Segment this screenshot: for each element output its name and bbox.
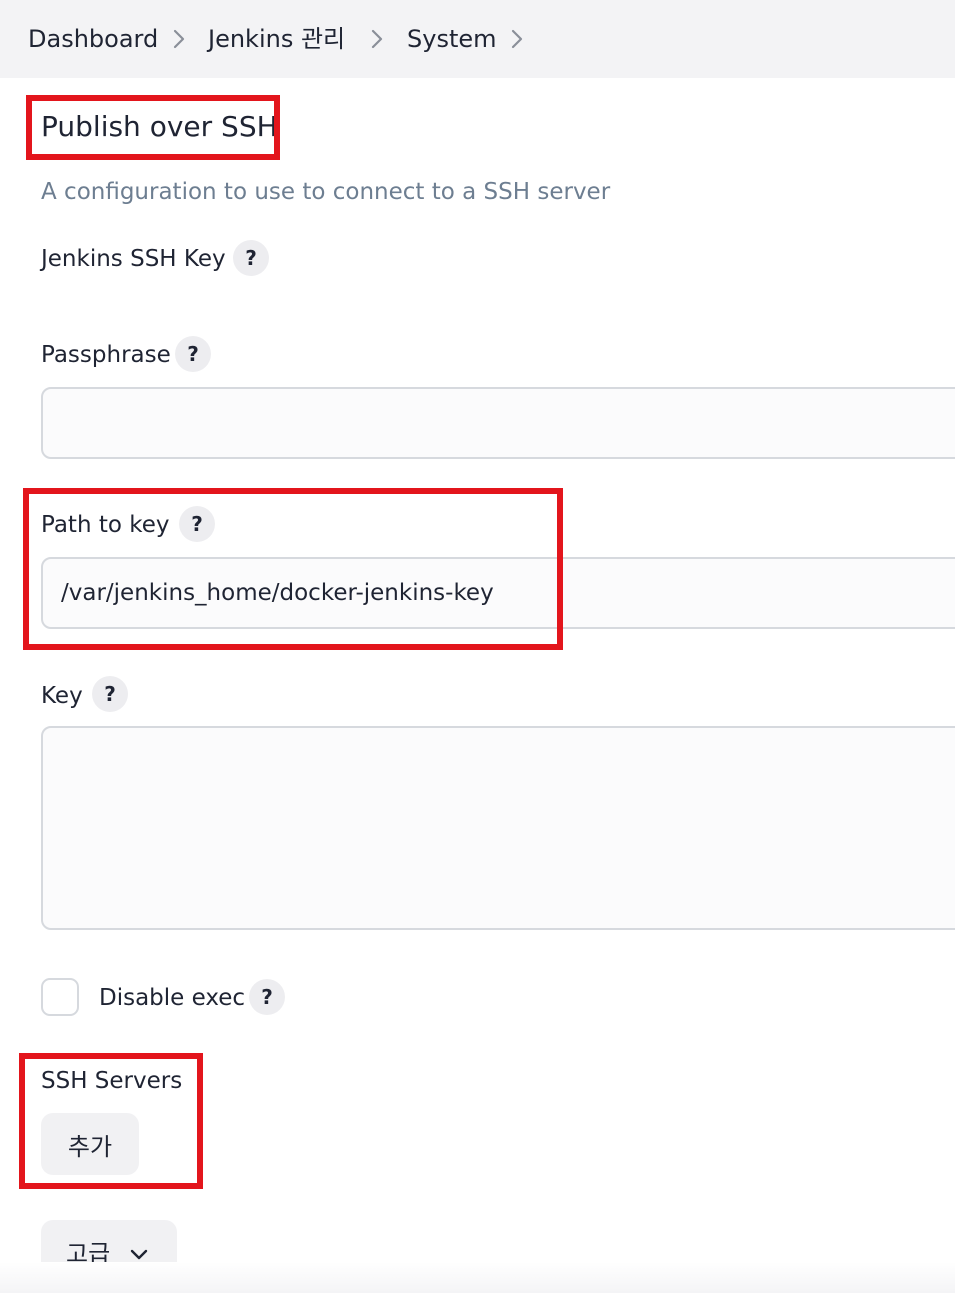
ssh-servers-label: SSH Servers [41,1068,183,1094]
section-title: Publish over SSH [41,110,278,143]
breadcrumb-jenkins-manage[interactable]: Jenkins 관리 [208,22,345,56]
disable-exec-label[interactable]: Disable exec [99,982,245,1014]
chevron-right-icon [170,28,188,50]
add-server-button[interactable]: 추가 [41,1113,139,1175]
key-label: Key [41,683,83,709]
passphrase-input[interactable] [41,387,955,459]
help-icon[interactable]: ? [233,240,269,276]
path-to-key-label: Path to key [41,512,170,538]
help-icon[interactable]: ? [92,676,128,712]
help-icon[interactable]: ? [179,506,215,542]
help-icon[interactable]: ? [175,336,211,372]
breadcrumb: Dashboard Jenkins 관리 System [0,0,955,78]
breadcrumb-system[interactable]: System [407,22,497,56]
section-description: A configuration to use to connect to a S… [41,179,611,205]
jenkins-ssh-key-label: Jenkins SSH Key [41,246,226,272]
bottom-bar [0,1262,955,1293]
chevron-right-icon [508,28,526,50]
disable-exec-checkbox[interactable] [41,978,79,1016]
passphrase-label: Passphrase [41,342,171,368]
key-textarea[interactable] [41,726,955,930]
help-icon[interactable]: ? [249,979,285,1015]
breadcrumb-dashboard[interactable]: Dashboard [28,22,158,56]
path-to-key-input[interactable] [41,557,955,629]
chevron-right-icon [368,28,386,50]
